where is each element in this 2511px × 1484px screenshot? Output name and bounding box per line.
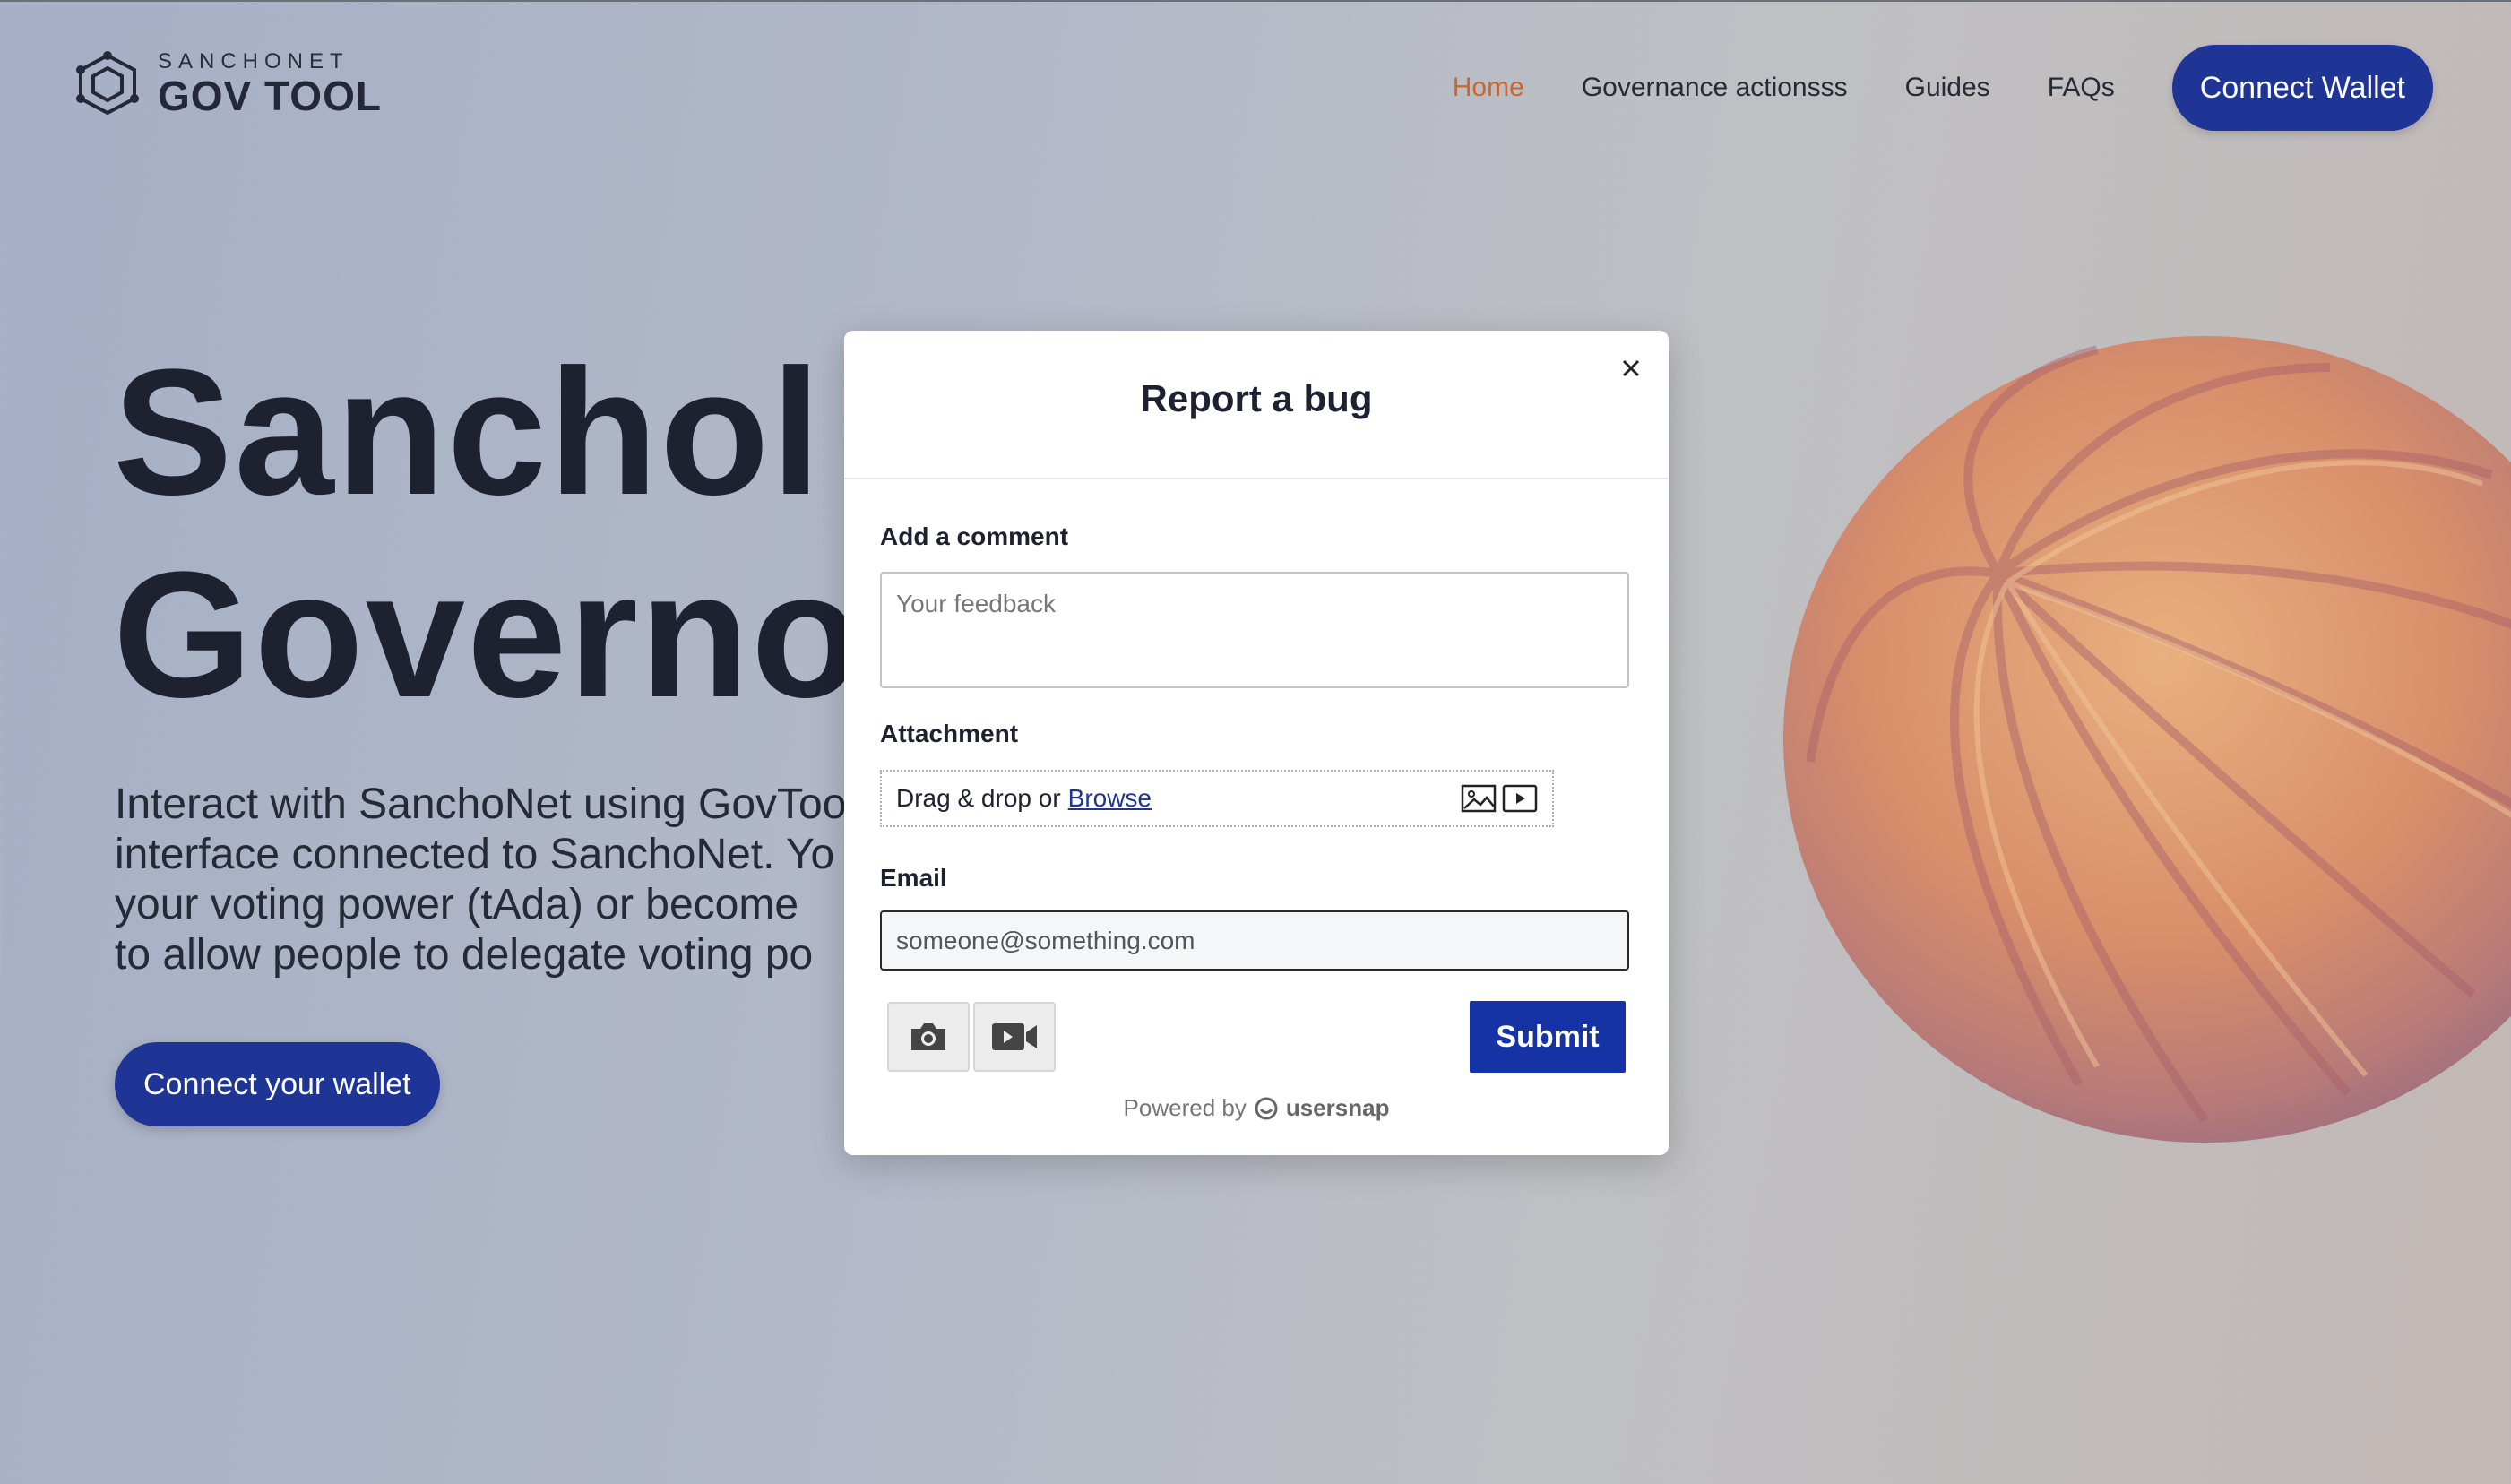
hero-title-line-2: Governo bbox=[113, 535, 863, 735]
logo[interactable]: SANCHONET GOV TOOL bbox=[70, 50, 382, 118]
comment-label: Add a comment bbox=[880, 522, 1069, 550]
hero-title: Sanchol Governo bbox=[113, 332, 862, 737]
video-record-icon bbox=[992, 1023, 1037, 1050]
hero-desc-line: to allow people to delegate voting po bbox=[115, 931, 814, 979]
nav-home[interactable]: Home bbox=[1453, 73, 1524, 103]
nav-governance-actions[interactable]: Governance actionsss bbox=[1582, 73, 1848, 103]
report-bug-dialog: Report a bug Add a comment Your feedback… bbox=[844, 331, 1669, 1155]
dialog-title: Report a bug bbox=[1140, 377, 1373, 419]
usersnap-brand[interactable]: usersnap bbox=[1254, 1094, 1390, 1122]
submit-button[interactable]: Submit bbox=[1470, 1001, 1626, 1073]
close-icon[interactable] bbox=[1611, 349, 1651, 388]
dropzone-text: Drag & drop or bbox=[896, 784, 1061, 812]
logo-subtitle: SANCHONET bbox=[158, 49, 349, 73]
hero-desc-line: Interact with SanchoNet using GovToo bbox=[115, 781, 847, 828]
camera-icon bbox=[911, 1023, 945, 1050]
connect-wallet-button[interactable]: Connect Wallet bbox=[2171, 45, 2433, 131]
record-video-button[interactable] bbox=[973, 1002, 1056, 1072]
screenshot-button[interactable] bbox=[887, 1002, 970, 1072]
email-value: someone@something.com bbox=[896, 926, 1195, 954]
powered-by-text: Powered by bbox=[1123, 1094, 1247, 1121]
email-field[interactable]: someone@something.com bbox=[880, 910, 1629, 971]
attachment-label: Attachment bbox=[880, 720, 1019, 747]
image-icon bbox=[1461, 784, 1497, 813]
hero-desc-line: interface connected to SanchoNet. Yo bbox=[115, 831, 835, 878]
logo-icon bbox=[76, 51, 139, 116]
email-label: Email bbox=[880, 864, 947, 892]
powered-by-footer: Powered by usersnap bbox=[844, 1094, 1669, 1122]
main-nav: Home Governance actionsss Guides FAQs Co… bbox=[1453, 45, 2433, 131]
connect-your-wallet-button[interactable]: Connect your wallet bbox=[115, 1042, 440, 1126]
usersnap-label: usersnap bbox=[1285, 1094, 1390, 1121]
hero-title-line-1: Sanchol bbox=[113, 332, 823, 532]
comment-textarea[interactable]: Your feedback bbox=[880, 572, 1629, 688]
nav-faqs[interactable]: FAQs bbox=[2048, 73, 2115, 103]
hero-description: Interact with SanchoNet using GovToo int… bbox=[115, 780, 846, 980]
window-top-border bbox=[0, 0, 2511, 2]
nav-guides[interactable]: Guides bbox=[1905, 73, 1990, 103]
decorative-sphere-image bbox=[1783, 336, 2511, 1143]
logo-title: GOV TOOL bbox=[158, 73, 382, 119]
browse-link[interactable]: Browse bbox=[1068, 784, 1152, 813]
dialog-header: Report a bug bbox=[844, 331, 1669, 479]
comment-placeholder: Your feedback bbox=[896, 590, 1056, 617]
video-icon bbox=[1502, 784, 1538, 813]
hero-desc-line: your voting power (tAda) or become bbox=[115, 881, 799, 928]
usersnap-logo-icon bbox=[1255, 1097, 1278, 1119]
attachment-dropzone[interactable]: Drag & drop or Browse bbox=[880, 770, 1554, 827]
